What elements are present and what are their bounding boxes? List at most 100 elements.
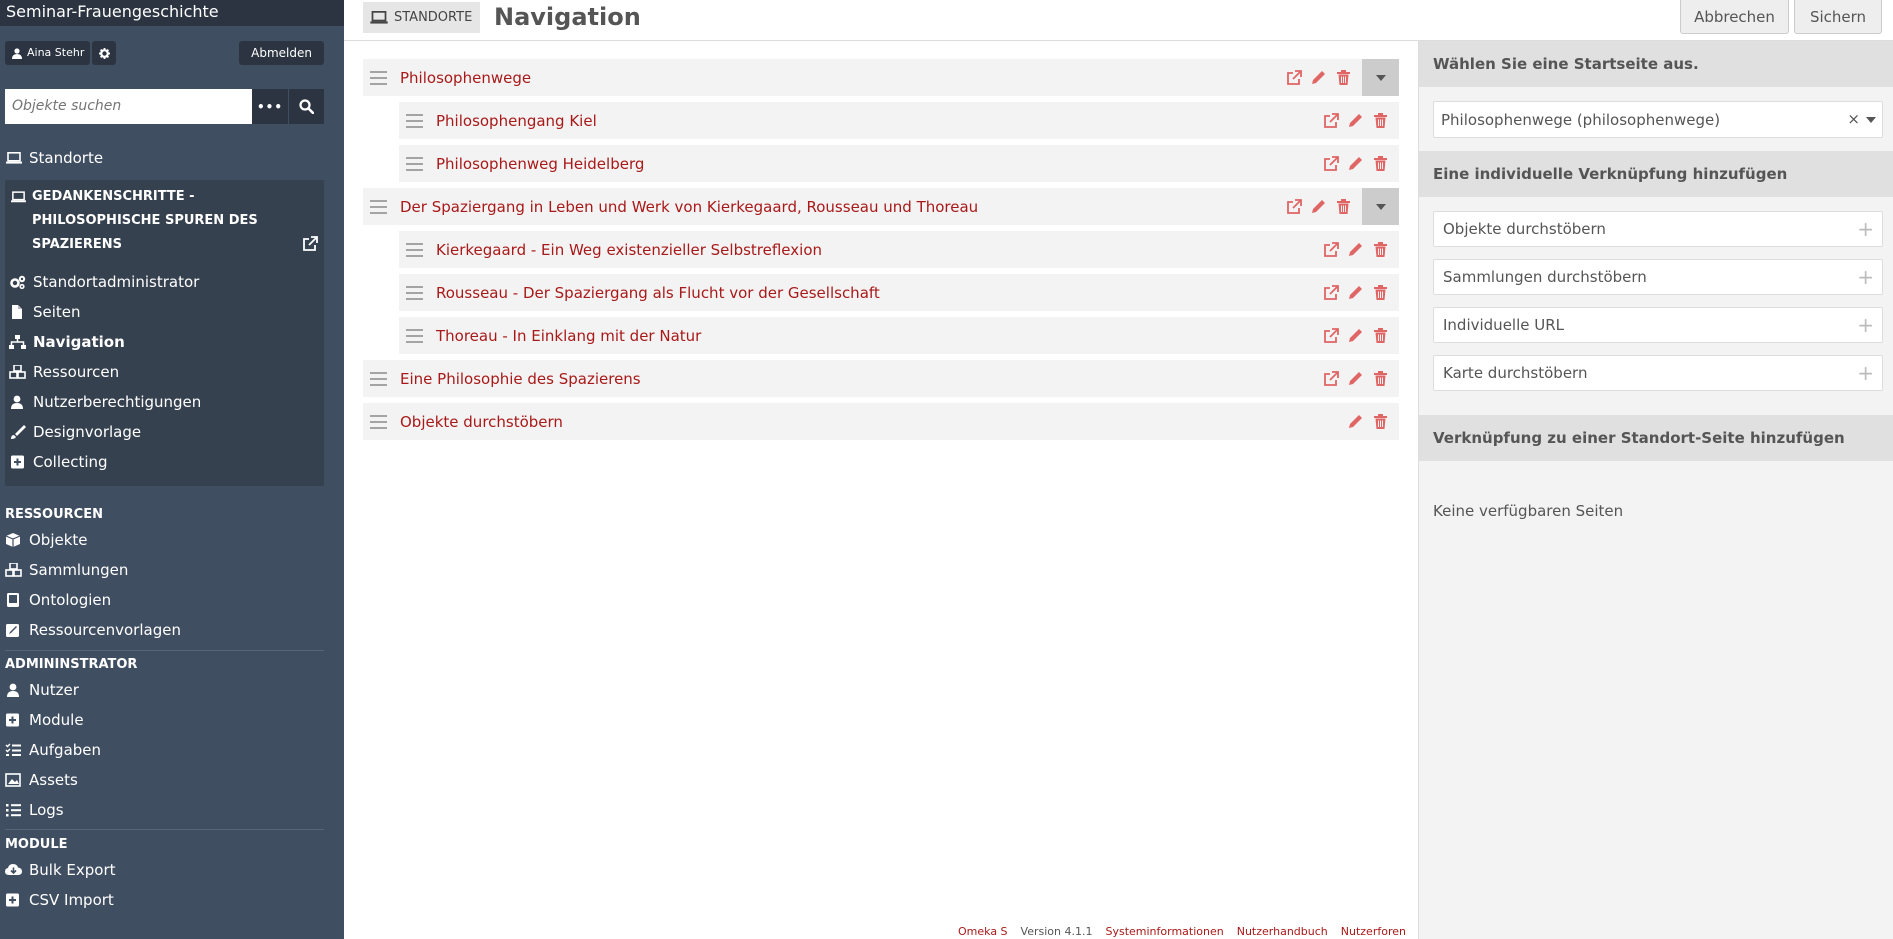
drag-handle-icon[interactable] — [406, 156, 430, 171]
open-link-button[interactable] — [1318, 231, 1343, 268]
drag-handle-icon[interactable] — [370, 414, 394, 429]
edit-link-button[interactable] — [1343, 360, 1368, 397]
nav-tree-item-label[interactable]: Eine Philosophie des Spazierens — [400, 370, 641, 388]
sidebar-item-pages[interactable]: Seiten — [9, 299, 81, 325]
delete-link-button[interactable] — [1368, 274, 1393, 311]
search-button[interactable] — [288, 89, 324, 124]
nav-tree-item[interactable]: Der Spaziergang in Leben und Werk von Ki… — [363, 188, 1399, 225]
sidebar-item-logs[interactable]: Logs — [5, 797, 64, 823]
delete-link-button[interactable] — [1368, 360, 1393, 397]
search-options-button[interactable]: ••• — [252, 89, 288, 124]
drag-handle-icon[interactable] — [406, 285, 430, 300]
plus-square-icon — [6, 893, 19, 907]
open-link-button[interactable] — [1318, 317, 1343, 354]
sidebar-item-user-permissions[interactable]: Nutzerberechtigungen — [9, 389, 201, 415]
drag-handle-icon[interactable] — [370, 371, 394, 386]
add-custom-url-button[interactable]: Individuelle URL + — [1433, 307, 1883, 343]
edit-link-button[interactable] — [1306, 59, 1331, 96]
expand-toggle-button[interactable] — [1362, 59, 1399, 96]
drag-handle-icon[interactable] — [370, 199, 394, 214]
footer-forums-link[interactable]: Nutzerforen — [1341, 925, 1406, 938]
sidebar-item-vocabularies[interactable]: Ontologien — [5, 587, 111, 613]
sidebar-item-resource-templates[interactable]: Ressourcenvorlagen — [5, 617, 181, 643]
edit-link-button[interactable] — [1343, 145, 1368, 182]
sidebar-item-label: Designvorlage — [33, 423, 142, 441]
breadcrumb-sites[interactable]: STANDORTE — [363, 2, 481, 33]
sidebar-item-assets[interactable]: Assets — [5, 767, 78, 793]
nav-tree-item[interactable]: Thoreau - In Einklang mit der Natur — [399, 317, 1399, 354]
user-button[interactable]: Aina Stehr — [5, 41, 91, 65]
sidebar-item-users[interactable]: Nutzer — [5, 677, 79, 703]
chevron-down-icon[interactable] — [1866, 117, 1876, 123]
nav-tree-item-label[interactable]: Kierkegaard - Ein Weg existenzieller Sel… — [436, 241, 822, 259]
open-link-button[interactable] — [1318, 102, 1343, 139]
sidebar-item-item-sets[interactable]: Sammlungen — [5, 557, 128, 583]
sidebar-item-site-admin[interactable]: Standortadministrator — [9, 269, 199, 295]
delete-link-button[interactable] — [1368, 145, 1393, 182]
view-site-button[interactable] — [302, 236, 318, 256]
open-link-button[interactable] — [1318, 274, 1343, 311]
nav-tree-item[interactable]: Objekte durchstöbern — [363, 403, 1399, 440]
add-browse-item-sets-button[interactable]: Sammlungen durchstöbern + — [1433, 259, 1883, 295]
user-settings-button[interactable] — [92, 41, 116, 65]
delete-link-button[interactable] — [1331, 59, 1356, 96]
sidebar-item-collecting[interactable]: Collecting — [9, 449, 108, 475]
nav-tree-item-label[interactable]: Objekte durchstöbern — [400, 413, 563, 431]
sidebar-item-jobs[interactable]: Aufgaben — [5, 737, 101, 763]
nav-tree-item-label[interactable]: Philosophenweg Heidelberg — [436, 155, 644, 173]
cancel-button[interactable]: Abbrechen — [1680, 0, 1789, 34]
search-input[interactable] — [5, 89, 252, 124]
homepage-select[interactable]: Philosophenwege (philosophenwege) × — [1433, 101, 1883, 138]
footer-system-info-link[interactable]: Systeminformationen — [1105, 925, 1223, 938]
nav-tree-item-label[interactable]: Thoreau - In Einklang mit der Natur — [436, 327, 701, 345]
drag-handle-icon[interactable] — [370, 70, 394, 85]
edit-link-button[interactable] — [1343, 403, 1368, 440]
edit-link-button[interactable] — [1306, 188, 1331, 225]
footer-brand-link[interactable]: Omeka S — [958, 925, 1008, 938]
delete-link-button[interactable] — [1368, 317, 1393, 354]
nav-tree-item-label[interactable]: Philosophenwege — [400, 69, 531, 87]
nav-tree-item-label[interactable]: Rousseau - Der Spaziergang als Flucht vo… — [436, 284, 880, 302]
sites-link[interactable]: Standorte — [6, 149, 103, 167]
open-link-button[interactable] — [1281, 59, 1306, 96]
sidebar-item-items[interactable]: Objekte — [5, 527, 88, 553]
nav-tree-item[interactable]: Philosophengang Kiel — [399, 102, 1399, 139]
open-link-button[interactable] — [1318, 145, 1343, 182]
save-button[interactable]: Sichern — [1794, 0, 1882, 34]
drag-handle-icon[interactable] — [406, 113, 430, 128]
installation-title[interactable]: Seminar-Frauengeschichte — [0, 0, 344, 26]
drag-handle-icon[interactable] — [406, 242, 430, 257]
sidebar-item-modules[interactable]: Module — [5, 707, 84, 733]
sidebar-item-csv-import[interactable]: CSV Import — [5, 887, 114, 913]
edit-link-button[interactable] — [1343, 102, 1368, 139]
add-browse-items-button[interactable]: Objekte durchstöbern + — [1433, 211, 1883, 247]
sidebar-item-bulk-export[interactable]: Bulk Export — [5, 857, 116, 883]
nav-tree-item[interactable]: Philosophenwege — [363, 59, 1399, 96]
sidebar-item-navigation[interactable]: Navigation — [9, 329, 125, 355]
nav-tree-item[interactable]: Rousseau - Der Spaziergang als Flucht vo… — [399, 274, 1399, 311]
edit-link-button[interactable] — [1343, 274, 1368, 311]
nav-tree-item[interactable]: Kierkegaard - Ein Weg existenzieller Sel… — [399, 231, 1399, 268]
nav-tree-item[interactable]: Eine Philosophie des Spazierens — [363, 360, 1399, 397]
edit-link-button[interactable] — [1343, 231, 1368, 268]
clear-selection-icon[interactable]: × — [1847, 110, 1860, 128]
open-link-button[interactable] — [1281, 188, 1306, 225]
footer-manual-link[interactable]: Nutzerhandbuch — [1237, 925, 1328, 938]
current-site-name[interactable]: GEDANKENSCHRITTE - PHILOSOPHISCHE SPUREN… — [11, 185, 281, 257]
delete-link-button[interactable] — [1368, 403, 1393, 440]
nav-tree-item-label[interactable]: Philosophengang Kiel — [436, 112, 597, 130]
edit-link-button[interactable] — [1343, 317, 1368, 354]
nav-tree-item[interactable]: Philosophenweg Heidelberg — [399, 145, 1399, 182]
delete-link-button[interactable] — [1368, 231, 1393, 268]
expand-toggle-button[interactable] — [1362, 188, 1399, 225]
drag-handle-icon[interactable] — [406, 328, 430, 343]
nav-tree-item-label[interactable]: Der Spaziergang in Leben und Werk von Ki… — [400, 198, 978, 216]
sidebar-item-resources[interactable]: Ressourcen — [9, 359, 119, 385]
add-browse-map-button[interactable]: Karte durchstöbern + — [1433, 355, 1883, 391]
logout-button[interactable]: Abmelden — [239, 41, 324, 65]
open-link-button[interactable] — [1318, 360, 1343, 397]
delete-link-button[interactable] — [1331, 188, 1356, 225]
sidebar-item-theme[interactable]: Designvorlage — [9, 419, 141, 445]
delete-link-button[interactable] — [1368, 102, 1393, 139]
current-site-title: GEDANKENSCHRITTE - PHILOSOPHISCHE SPUREN… — [32, 189, 258, 252]
